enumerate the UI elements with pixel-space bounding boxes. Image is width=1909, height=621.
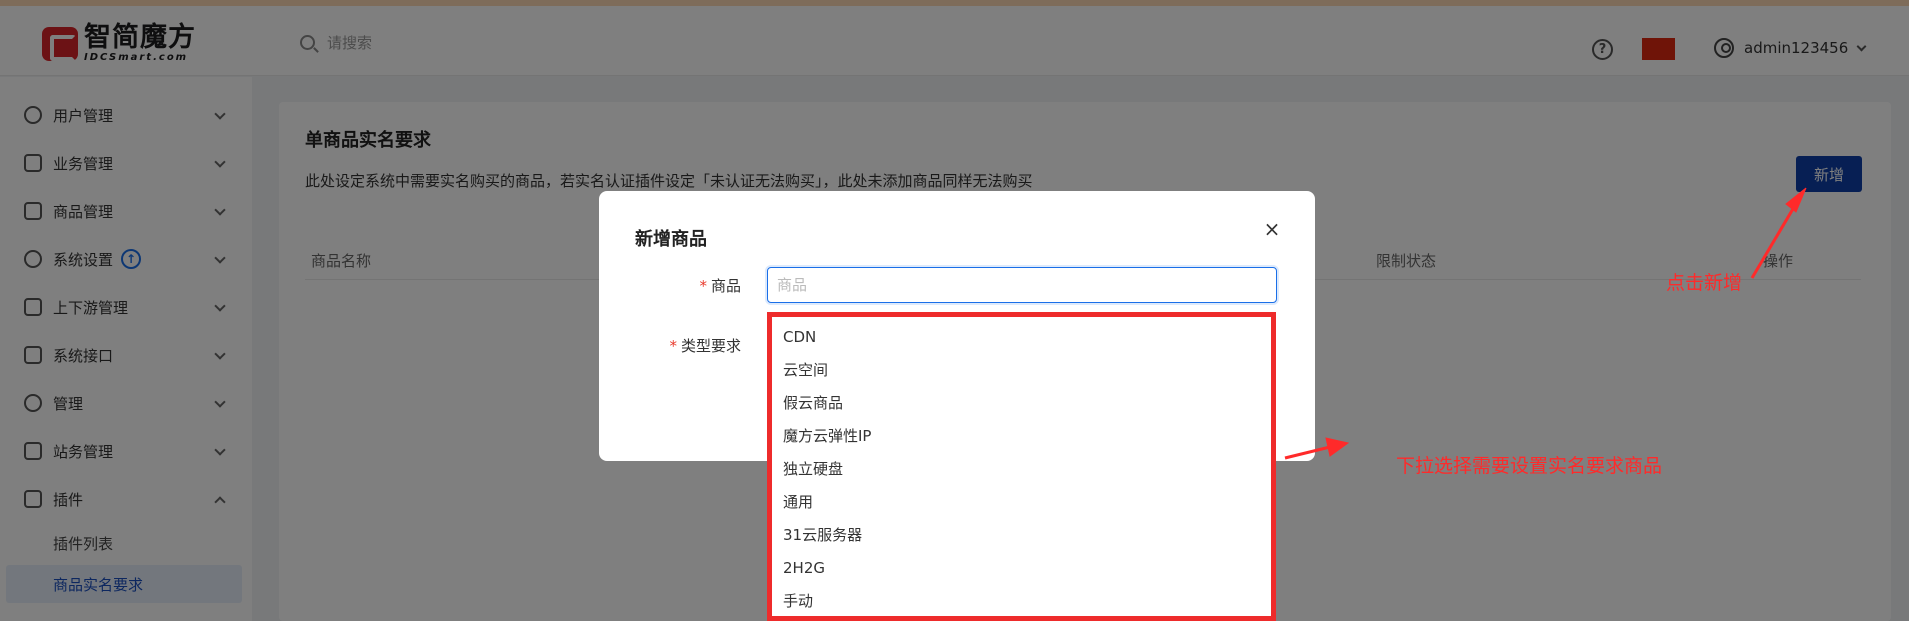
required-mark: *: [669, 337, 677, 355]
dropdown-option[interactable]: 手动: [772, 585, 1271, 616]
dialog-title: 新增商品: [635, 229, 707, 250]
goods-select-input[interactable]: [767, 267, 1277, 303]
dropdown-option[interactable]: 通用: [772, 486, 1271, 519]
annotation-click-add: 点击新增: [1666, 272, 1743, 294]
close-icon[interactable]: ×: [1262, 219, 1282, 239]
goods-field-label: * 商品: [699, 277, 741, 295]
dropdown-option[interactable]: CDN: [772, 321, 1271, 354]
annotation-select-hint: 下拉选择需要设置实名要求商品: [1396, 455, 1663, 477]
dropdown-option[interactable]: 独立硬盘: [772, 453, 1271, 486]
goods-dropdown-list: CDN 云空间 假云商品 魔方云弹性IP 独立硬盘 通用 31云服务器 2H2G…: [767, 312, 1276, 621]
dropdown-option[interactable]: 假云商品: [772, 387, 1271, 420]
dropdown-option[interactable]: 2H2G: [772, 552, 1271, 585]
required-mark: *: [699, 277, 707, 295]
dropdown-option[interactable]: 云空间: [772, 354, 1271, 387]
dropdown-option[interactable]: 魔方云弹性IP: [772, 420, 1271, 453]
type-field-label: * 类型要求: [669, 337, 741, 355]
dropdown-option[interactable]: 31云服务器: [772, 519, 1271, 552]
